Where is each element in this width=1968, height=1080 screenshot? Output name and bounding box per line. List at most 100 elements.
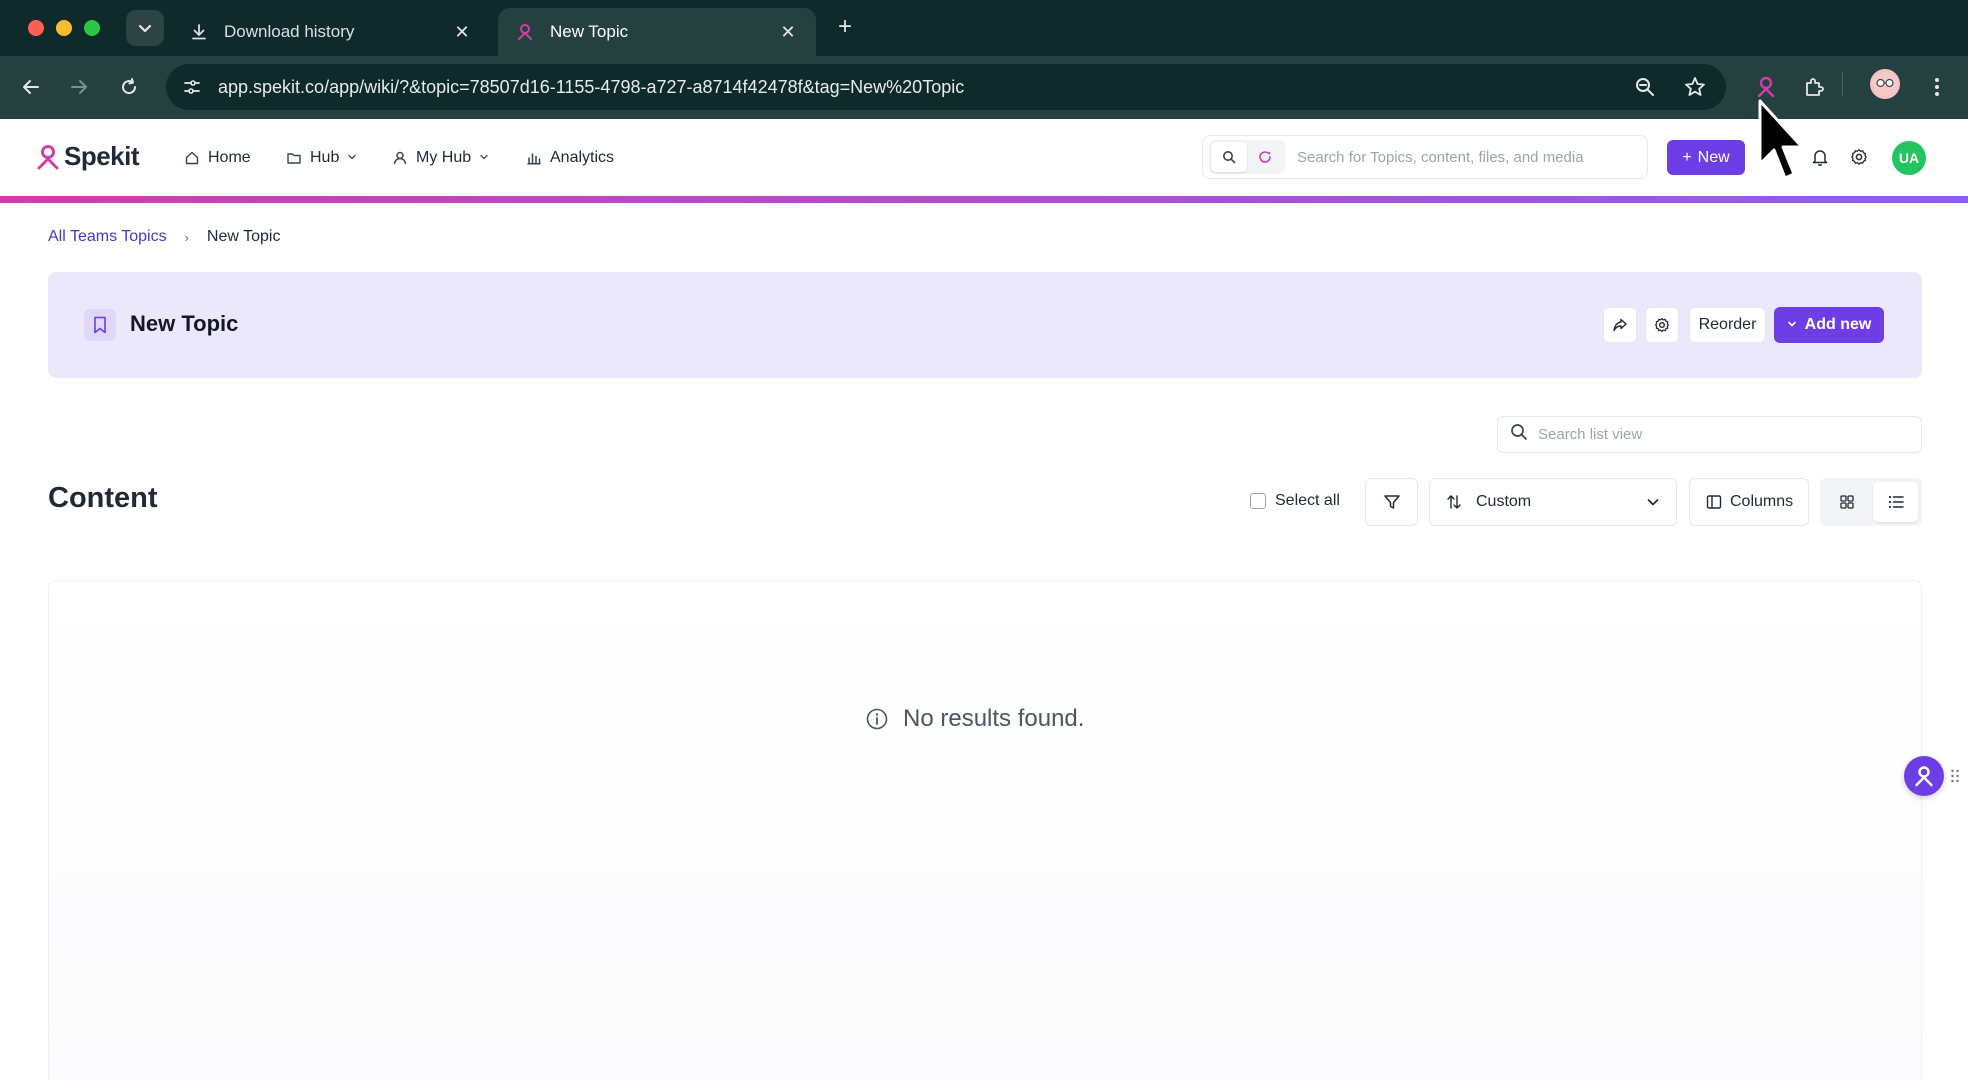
share-icon [1613,318,1627,332]
add-new-button[interactable]: Add new [1774,307,1884,343]
new-tab-button[interactable]: + [830,12,860,42]
plus-icon: + [1682,148,1692,166]
brand-name: Spekit [64,141,140,171]
nav-analytics[interactable]: Analytics [526,145,614,171]
topic-settings-button[interactable] [1645,307,1679,343]
tab-title: Download history [224,22,355,41]
empty-state-message: No results found. [903,705,1085,732]
breadcrumb: All Teams Topics › New Topic [48,228,280,246]
spekit-widget-button[interactable] [1904,756,1944,796]
search-mode-toggle[interactable] [1209,140,1285,174]
ai-search-icon[interactable] [1247,142,1283,172]
chevron-down-icon [1787,316,1797,334]
spekit-extension-icon [1757,76,1775,98]
kebab-menu-icon [1935,78,1939,96]
bookmark-star-icon[interactable] [1678,70,1712,104]
chevron-down-icon [479,152,489,165]
breadcrumb-current: New Topic [206,228,281,245]
toolbar-divider [1842,72,1843,96]
close-tab-icon[interactable]: ✕ [778,22,798,43]
user-avatar[interactable]: UA [1892,141,1926,175]
empty-state: No results found. [865,705,1084,733]
notifications-button[interactable] [1808,145,1832,169]
site-settings-icon[interactable] [180,75,204,99]
nav-label: Home [208,149,251,166]
minimize-window-button[interactable] [56,20,72,36]
columns-button[interactable]: Columns [1689,478,1809,526]
user-icon [392,150,408,166]
list-view-icon[interactable] [1873,482,1918,522]
list-search-input[interactable]: Search list view [1538,426,1642,443]
brand-gradient-bar [0,196,1968,203]
nav-home[interactable]: Home [184,145,251,171]
nav-label: My Hub [416,149,472,166]
chrome-menu-button[interactable] [1920,70,1954,104]
drag-handle-icon[interactable] [1950,768,1960,784]
forward-button[interactable] [62,70,96,104]
spekit-logo-icon [37,144,59,169]
spekit-logo[interactable]: Spekit [36,141,140,172]
arrow-right-icon [71,80,87,94]
select-all-checkbox[interactable]: Select all [1250,492,1340,510]
search-input[interactable]: Search for Topics, content, files, and m… [1297,149,1584,166]
new-button[interactable]: + New [1667,140,1745,175]
address-bar[interactable]: app.spekit.co/app/wiki/?&topic=78507d16-… [166,64,1726,110]
select-all-label: Select all [1275,492,1340,509]
global-search[interactable]: Search for Topics, content, files, and m… [1202,135,1648,179]
spekit-extension-button[interactable] [1749,70,1783,104]
app-header: Spekit Home Hub My Hub Analytics Search … [0,119,1968,196]
puzzle-icon [1806,78,1824,96]
nav-label: Hub [310,149,340,166]
topic-header: New Topic Reorder Add new [48,272,1922,378]
share-button[interactable] [1603,307,1637,343]
bar-chart-icon [526,150,542,166]
close-tab-icon[interactable]: ✕ [452,22,472,43]
reorder-button[interactable]: Reorder [1689,307,1766,343]
home-icon [184,150,200,166]
close-window-button[interactable] [28,20,44,36]
info-icon [865,707,889,731]
tab-search-button[interactable] [126,10,164,46]
tab-download-history[interactable]: Download history ✕ [172,8,490,56]
back-button[interactable] [14,70,48,104]
search-icon[interactable] [1211,142,1247,172]
spekit-logo-icon [1915,766,1933,787]
sort-icon [1446,494,1464,510]
new-button-label: New [1697,148,1730,166]
sort-value: Custom [1476,493,1532,510]
profile-face-icon [1873,72,1897,96]
gear-icon [1851,149,1867,165]
browser-toolbar: app.spekit.co/app/wiki/?&topic=78507d16-… [0,56,1968,119]
checkbox[interactable] [1250,493,1266,509]
view-mode-toggle[interactable] [1820,478,1922,526]
nav-my-hub[interactable]: My Hub [392,145,489,171]
maximize-window-button[interactable] [84,20,100,36]
chevron-down-icon [138,24,152,33]
folder-icon [286,150,302,166]
filter-button[interactable] [1365,478,1418,526]
zoom-icon[interactable] [1628,70,1662,104]
reload-icon [122,78,137,95]
results-panel: No results found. [48,580,1922,1080]
settings-button[interactable] [1847,145,1871,169]
nav-hub[interactable]: Hub [286,145,357,171]
filter-icon [1383,495,1400,509]
download-icon [190,23,208,41]
tab-new-topic[interactable]: New Topic ✕ [498,8,816,56]
url-text: app.spekit.co/app/wiki/?&topic=78507d16-… [218,76,965,97]
sort-select[interactable]: Custom [1429,478,1677,526]
bell-icon [1812,150,1828,166]
chevron-down-icon [1646,495,1660,509]
nav-label: Analytics [550,149,615,166]
arrow-left-icon [23,80,39,94]
grid-view-icon[interactable] [1824,482,1869,522]
columns-label: Columns [1730,493,1794,510]
reload-button[interactable] [112,70,146,104]
list-search[interactable]: Search list view [1497,416,1922,453]
profile-avatar[interactable] [1870,69,1900,99]
chevron-down-icon [347,152,357,165]
extensions-button[interactable] [1797,70,1831,104]
breadcrumb-parent-link[interactable]: All Teams Topics [48,228,167,246]
columns-icon [1706,494,1722,510]
bookmark-icon [84,309,116,341]
